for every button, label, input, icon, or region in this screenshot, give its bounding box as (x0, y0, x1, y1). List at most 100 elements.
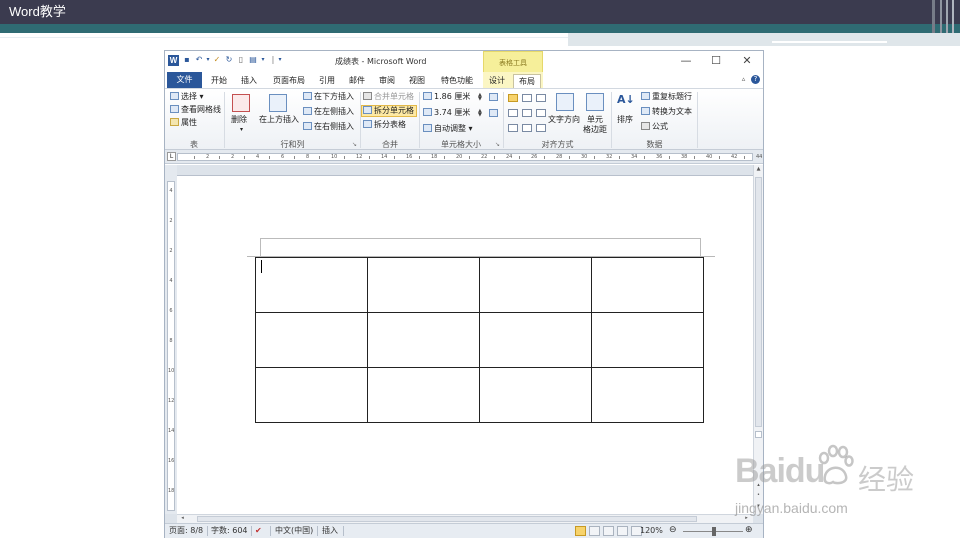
insert-right-button[interactable]: 在右侧插入 (303, 122, 354, 132)
text-direction-icon[interactable] (556, 93, 574, 111)
delete-dropdown-icon[interactable]: ▾ (240, 125, 243, 135)
print-layout-view-icon[interactable] (575, 526, 586, 536)
table-cell[interactable] (479, 257, 592, 313)
distribute-rows-icon[interactable] (489, 93, 498, 101)
table-cell[interactable] (591, 312, 704, 368)
column-width-spinner[interactable]: ▲ ▼ (478, 109, 482, 118)
word-logo-icon[interactable]: W (168, 55, 179, 66)
table-insert-icon[interactable]: ▤ (248, 55, 258, 65)
convert-to-text-button[interactable]: 转换为文本 (641, 107, 692, 117)
table-cell[interactable] (255, 257, 368, 313)
zoom-slider-knob[interactable] (712, 527, 717, 536)
insert-below-button[interactable]: 在下方插入 (303, 92, 354, 102)
cell-margins-button-line2[interactable]: 格边距 (583, 125, 607, 135)
tab-home[interactable]: 开始 (207, 74, 231, 88)
customize-qat-dropdown-icon[interactable]: ▾ (275, 55, 285, 65)
save-icon[interactable]: ▪ (182, 55, 192, 65)
tab-layout[interactable]: 布局 (513, 74, 541, 88)
vertical-scroll-thumb[interactable] (755, 177, 762, 427)
table-cell[interactable] (367, 367, 480, 423)
table-cell[interactable] (367, 312, 480, 368)
page-header-area[interactable] (260, 238, 701, 256)
document-table[interactable] (255, 257, 704, 423)
align-middle-left-button[interactable] (508, 109, 518, 117)
select-button[interactable]: 选择 ▾ (170, 92, 204, 102)
minimize-ribbon-icon[interactable]: ▵ (739, 75, 748, 84)
vertical-ruler[interactable]: 4 2 2 4 6 8 10 12 14 16 18 (165, 165, 177, 514)
tab-file[interactable]: 文件 (167, 72, 202, 88)
align-bottom-right-button[interactable] (536, 124, 546, 132)
format-painter-icon[interactable]: ✓ (212, 55, 222, 65)
full-screen-reading-view-icon[interactable] (589, 526, 600, 536)
table-cell[interactable] (255, 367, 368, 423)
repeat-header-rows-button[interactable]: 重复标题行 (641, 92, 692, 102)
maximize-button[interactable]: ☐ (709, 54, 723, 68)
delete-icon[interactable] (232, 94, 250, 112)
horizontal-scroll-thumb[interactable] (197, 516, 697, 522)
new-doc-icon[interactable]: ▯ (236, 55, 246, 65)
page-count[interactable]: 页面: 8/8 (169, 526, 203, 536)
align-top-center-button[interactable] (522, 94, 532, 102)
zoom-out-icon[interactable]: ⊖ (669, 525, 677, 535)
document-page[interactable] (177, 175, 753, 514)
scroll-up-icon[interactable]: ▲ (755, 166, 762, 173)
zoom-level[interactable]: 120% (640, 526, 663, 536)
table-cell[interactable] (591, 257, 704, 313)
table-cell[interactable] (591, 367, 704, 423)
delete-button[interactable]: 删除 (231, 115, 247, 125)
formula-button[interactable]: 公式 (641, 122, 668, 132)
tab-selector-icon[interactable]: L (167, 152, 176, 161)
split-table-button[interactable]: 拆分表格 (363, 120, 406, 130)
outline-view-icon[interactable] (617, 526, 628, 536)
tab-page-layout[interactable]: 页面布局 (269, 74, 309, 88)
align-middle-center-button[interactable] (522, 109, 532, 117)
cell-margins-button-line1[interactable]: 单元 (587, 115, 603, 125)
row-height-field[interactable]: 1.86 厘米 (423, 92, 470, 102)
insert-left-button[interactable]: 在左侧插入 (303, 107, 354, 117)
select-browse-object-icon[interactable] (755, 431, 762, 438)
tab-references[interactable]: 引用 (315, 74, 339, 88)
text-direction-button[interactable]: 文字方向 (548, 115, 580, 125)
align-bottom-left-button[interactable] (508, 124, 518, 132)
proofing-icon[interactable]: ✔ (255, 526, 262, 536)
tab-mailings[interactable]: 邮件 (345, 74, 369, 88)
minimize-button[interactable]: — (679, 54, 693, 68)
table-cell[interactable] (367, 257, 480, 313)
help-icon[interactable]: ? (751, 75, 760, 84)
tab-insert[interactable]: 插入 (237, 74, 261, 88)
table-cell[interactable] (479, 367, 592, 423)
tab-review[interactable]: 审阅 (375, 74, 399, 88)
word-count[interactable]: 字数: 604 (211, 526, 248, 536)
align-middle-right-button[interactable] (536, 109, 546, 117)
autofit-button[interactable]: 自动调整 ▾ (423, 124, 473, 134)
close-button[interactable]: ✕ (740, 54, 754, 68)
view-gridlines-button[interactable]: 查看网格线 (170, 105, 221, 115)
align-bottom-center-button[interactable] (522, 124, 532, 132)
insert-above-icon[interactable] (269, 94, 287, 112)
redo-icon[interactable]: ↻ (224, 55, 234, 65)
merge-cells-button[interactable]: 合并单元格 (363, 92, 414, 102)
insert-mode-indicator[interactable]: 插入 (322, 526, 338, 536)
web-layout-view-icon[interactable] (603, 526, 614, 536)
properties-button[interactable]: 属性 (170, 118, 197, 128)
tab-design[interactable]: 设计 (485, 74, 509, 88)
split-cells-button[interactable]: 拆分单元格 (363, 106, 414, 116)
row-height-spinner[interactable]: ▲ ▼ (478, 93, 482, 102)
cell-margins-icon[interactable] (586, 93, 604, 111)
language-indicator[interactable]: 中文(中国) (275, 526, 313, 536)
align-top-left-button[interactable] (508, 94, 518, 102)
table-cell[interactable] (255, 312, 368, 368)
scroll-left-icon[interactable]: ◂ (179, 515, 186, 522)
column-width-field[interactable]: 3.74 厘米 (423, 108, 470, 118)
rows-cols-dialog-launcher-icon[interactable]: ↘ (352, 141, 357, 148)
insert-above-button[interactable]: 在上方插入 (259, 115, 299, 125)
tab-view[interactable]: 视图 (405, 74, 429, 88)
horizontal-scrollbar[interactable]: ◂ ▸ (177, 514, 753, 523)
align-top-right-button[interactable] (536, 94, 546, 102)
sort-icon[interactable]: A↓ (617, 93, 635, 111)
distribute-columns-icon[interactable] (489, 109, 498, 117)
cell-size-dialog-launcher-icon[interactable]: ↘ (495, 141, 500, 148)
sort-button[interactable]: 排序 (617, 115, 633, 125)
tab-special-features[interactable]: 特色功能 (437, 74, 477, 88)
horizontal-ruler[interactable]: L 2 2 4 6 8 10 12 14 16 18 20 22 24 26 28 30 32 34 36 38 40 4… (165, 150, 763, 164)
